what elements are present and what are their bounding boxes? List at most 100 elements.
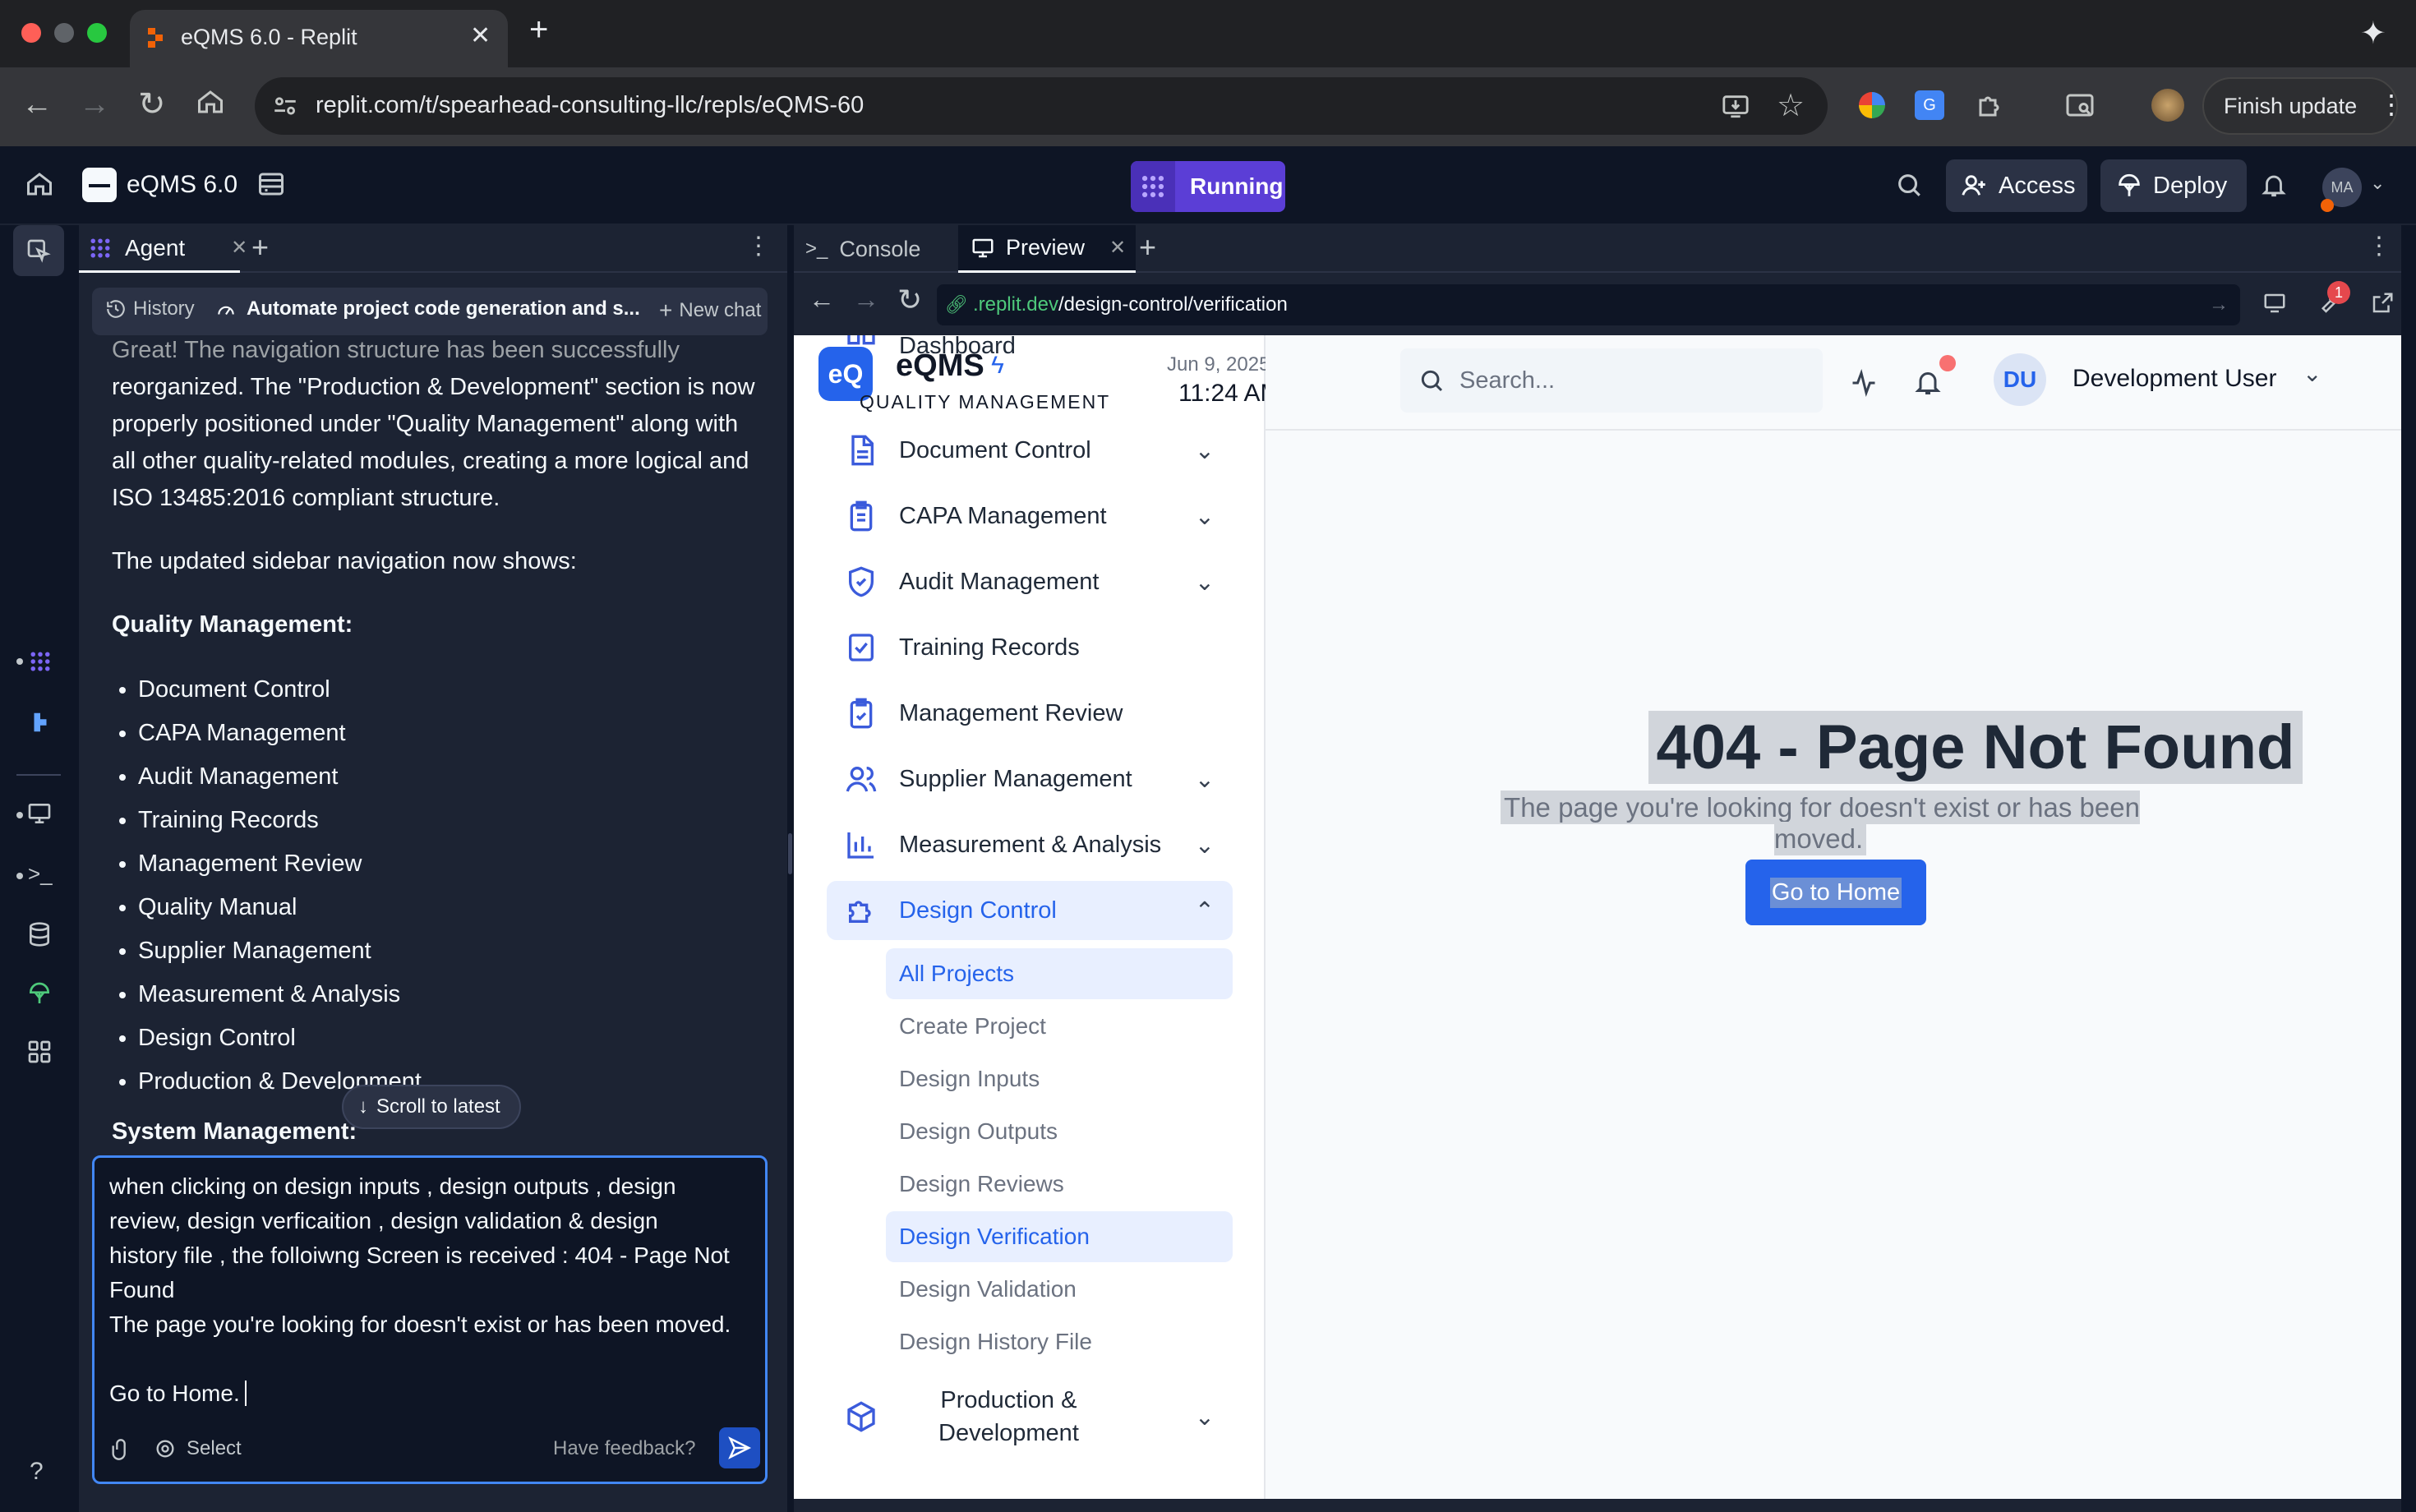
sidebar-item-management-review[interactable]: Management Review [827, 684, 1233, 743]
assistant-icon[interactable] [28, 710, 53, 735]
preview-tab[interactable]: Preview ✕ [958, 225, 1136, 273]
workspace-menu-icon[interactable]: ⋮ [2367, 232, 2391, 260]
chrome-menu-icon[interactable]: ⋮ [2378, 89, 2404, 120]
current-chat-title[interactable]: Automate project code generation and s..… [214, 297, 640, 320]
sidebar-item-capa-management[interactable]: CAPA Management ⌄ [827, 486, 1233, 546]
webview-icon[interactable] [26, 800, 53, 827]
clipboard-check-icon [845, 697, 878, 730]
access-button[interactable]: Access [1946, 159, 2087, 212]
panel-resize-handle[interactable] [787, 225, 794, 1512]
project-files-icon[interactable] [256, 169, 286, 199]
close-agent-tab-icon[interactable]: ✕ [231, 236, 247, 260]
back-arrow-icon[interactable]: ← [21, 87, 53, 122]
extensions-puzzle-icon[interactable] [1976, 90, 2005, 120]
go-home-button[interactable]: Go to Home [1745, 860, 1926, 925]
zoom-window-button[interactable] [87, 23, 107, 43]
all-tools-grid-icon[interactable] [26, 1039, 53, 1065]
notifications-bell-icon[interactable] [2260, 171, 2288, 199]
sidebar-item-design-control[interactable]: Design Control ⌃ [827, 881, 1233, 940]
preview-reload-icon[interactable]: ↻ [897, 283, 922, 317]
device-preview-icon[interactable] [2262, 291, 2288, 316]
scroll-to-latest-button[interactable]: ↓ Scroll to latest [342, 1085, 521, 1129]
profile-avatar[interactable] [2151, 89, 2184, 122]
close-preview-tab-icon[interactable]: ✕ [1109, 236, 1126, 260]
feedback-link[interactable]: Have feedback? [553, 1437, 695, 1460]
help-icon[interactable]: ? [30, 1458, 44, 1486]
sidebar-sub-design-outputs[interactable]: Design Outputs [886, 1106, 1233, 1157]
home-icon[interactable] [196, 87, 225, 117]
close-tab-icon[interactable]: ✕ [470, 21, 491, 50]
sidebar-item-training-records[interactable]: Training Records [827, 618, 1233, 677]
install-app-icon[interactable] [1721, 92, 1750, 120]
list-item: Document Control [138, 668, 769, 712]
sidebar-sub-design-history-file[interactable]: Design History File [886, 1316, 1233, 1367]
send-button[interactable] [719, 1427, 760, 1468]
sidebar-item-production-development[interactable]: Production & Development ⌄ [827, 1377, 1233, 1456]
project-name[interactable]: eQMS 6.0 [127, 171, 237, 199]
replit-home-icon[interactable] [25, 169, 54, 199]
gemini-icon[interactable]: ✦ [2360, 15, 2386, 52]
extension-chrome-icon[interactable] [1859, 92, 1885, 118]
deployments-icon[interactable] [26, 980, 53, 1007]
app-search-input[interactable]: Search... [1400, 348, 1823, 413]
new-chat-button[interactable]: + New chat [659, 297, 761, 324]
user-avatar[interactable]: DU [1994, 353, 2046, 406]
agent-tab[interactable]: Agent ✕ [79, 225, 247, 273]
minimize-window-button[interactable] [54, 23, 74, 43]
bookmark-star-icon[interactable]: ☆ [1777, 87, 1805, 124]
browser-tab[interactable]: eQMS 6.0 - Replit ✕ [130, 10, 508, 67]
select-element-button[interactable]: Select [154, 1437, 242, 1460]
message-input-text: when clicking on design inputs , design … [109, 1173, 731, 1406]
preview-back-icon[interactable]: ← [809, 284, 835, 315]
document-icon [845, 434, 878, 467]
sidebar-item-supplier-management[interactable]: Supplier Management ⌄ [827, 749, 1233, 809]
deploy-button[interactable]: Deploy [2100, 159, 2247, 212]
user-name[interactable]: Development User [2073, 365, 2276, 393]
sidebar-item-measurement-analysis[interactable]: Measurement & Analysis ⌄ [827, 815, 1233, 874]
chevron-down-icon: ⌄ [1194, 832, 1215, 859]
reading-mode-icon[interactable] [2064, 90, 2096, 120]
database-icon[interactable] [26, 920, 53, 948]
history-button[interactable]: History [105, 297, 195, 320]
app-notifications-icon[interactable] [1913, 366, 1943, 398]
add-workspace-tab-button[interactable]: + [1139, 230, 1156, 265]
sidebar-sub-design-inputs[interactable]: Design Inputs [886, 1053, 1233, 1104]
activity-icon[interactable] [1849, 368, 1879, 398]
sidebar-sub-design-verification[interactable]: Design Verification [886, 1211, 1233, 1262]
new-tab-button[interactable]: + [529, 12, 548, 48]
sidebar-sub-all-projects[interactable]: All Projects [886, 948, 1233, 999]
sidebar-item-document-control[interactable]: Document Control ⌄ [827, 421, 1233, 480]
chevron-down-icon[interactable]: ⌄ [2370, 173, 2385, 194]
attach-icon[interactable] [109, 1437, 132, 1462]
console-tab[interactable]: >_ Console [805, 225, 920, 273]
agent-menu-icon[interactable]: ⋮ [746, 232, 771, 260]
plus-icon: + [659, 297, 673, 323]
run-status-button[interactable]: Running [1131, 161, 1285, 212]
address-bar[interactable]: replit.com/t/spearhead-consulting-llc/re… [255, 77, 1828, 135]
sidebar-item-audit-management[interactable]: Audit Management ⌄ [827, 552, 1233, 611]
agent-message-input[interactable]: when clicking on design inputs , design … [92, 1155, 768, 1484]
forward-arrow-icon[interactable]: → [79, 87, 110, 122]
history-icon [107, 300, 125, 318]
agent-icon[interactable] [26, 649, 54, 674]
close-window-button[interactable] [21, 23, 41, 43]
preview-forward-icon[interactable]: → [853, 284, 879, 315]
open-new-window-icon[interactable] [2370, 291, 2395, 316]
sidebar-sub-create-project[interactable]: Create Project [886, 1001, 1233, 1052]
list-item: Supplier Management [138, 929, 769, 973]
google-translate-icon[interactable]: G [1915, 90, 1944, 120]
agent-tool-icon[interactable] [13, 225, 64, 276]
site-settings-icon[interactable] [271, 92, 299, 120]
chevron-down-icon: ⌄ [1194, 1404, 1215, 1431]
reload-icon[interactable]: ↻ [138, 85, 166, 123]
finish-update-button[interactable]: Finish update ⋮ [2202, 77, 2404, 135]
user-menu-chevron-icon[interactable]: ⌄ [2303, 360, 2321, 387]
shell-icon[interactable]: >_ [28, 861, 53, 887]
search-icon[interactable] [1895, 171, 1923, 199]
sidebar-sub-design-validation[interactable]: Design Validation [886, 1264, 1233, 1315]
preview-url-bar[interactable]: 🔗︎ .replit.dev /design-control/verificat… [937, 284, 2240, 325]
list-item: Audit Management [138, 755, 769, 799]
sidebar-sub-design-reviews[interactable]: Design Reviews [886, 1159, 1233, 1210]
add-tab-button[interactable]: + [251, 230, 269, 265]
shield-check-icon [845, 565, 878, 598]
